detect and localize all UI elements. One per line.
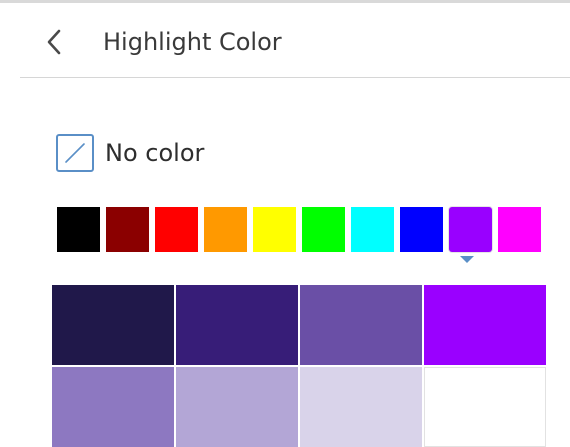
color-swatch[interactable]: [302, 207, 345, 252]
highlight-color-screen: Highlight Color No color: [0, 0, 570, 447]
color-swatch[interactable]: [204, 207, 247, 252]
no-color-label: No color: [105, 139, 205, 167]
no-color-option[interactable]: No color: [56, 133, 204, 173]
header-bar: Highlight Color: [0, 3, 570, 77]
page-title: Highlight Color: [103, 28, 282, 56]
color-swatch[interactable]: [106, 207, 149, 252]
header-divider: [20, 77, 570, 78]
shade-swatch[interactable]: [52, 367, 174, 447]
no-color-slash-icon: [56, 134, 94, 172]
color-swatch[interactable]: [400, 207, 443, 252]
shade-swatch[interactable]: [424, 367, 546, 447]
selected-swatch-indicator: [460, 256, 474, 263]
shade-swatch[interactable]: [52, 285, 174, 365]
shade-grid: [52, 285, 546, 447]
color-swatch[interactable]: [155, 207, 198, 252]
shade-swatch[interactable]: [424, 285, 546, 365]
shade-swatch[interactable]: [300, 285, 422, 365]
color-swatch[interactable]: [253, 207, 296, 252]
shade-swatch[interactable]: [176, 285, 298, 365]
color-swatch[interactable]: [351, 207, 394, 252]
shade-swatch[interactable]: [176, 367, 298, 447]
color-swatch[interactable]: [498, 207, 541, 252]
chevron-left-icon: [47, 29, 61, 55]
color-swatch[interactable]: [449, 207, 492, 252]
color-swatch[interactable]: [57, 207, 100, 252]
shade-swatch[interactable]: [300, 367, 422, 447]
back-button[interactable]: [40, 25, 68, 59]
color-palette: [57, 207, 547, 267]
